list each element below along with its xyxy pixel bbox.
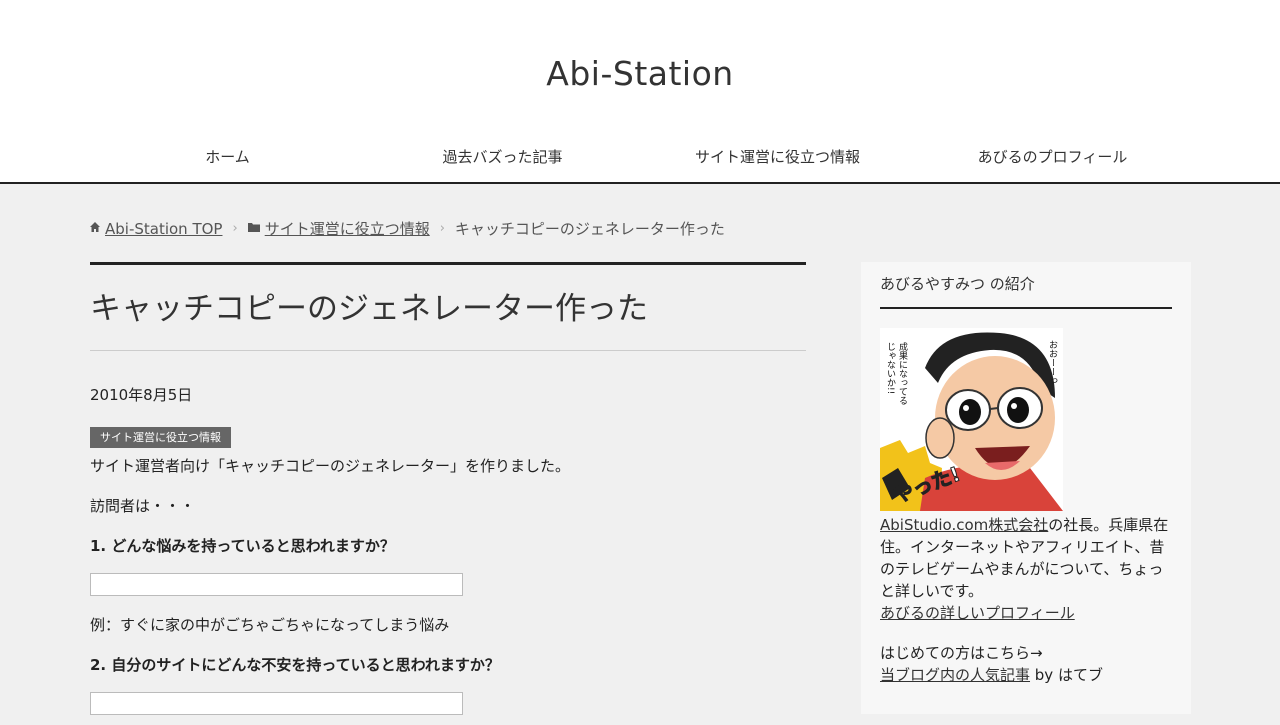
breadcrumb-separator: › <box>232 221 238 236</box>
first-visit: はじめての方はこちら→ 当ブログ内の人気記事 by はてブ <box>880 642 1172 686</box>
avatar-bubble-text: 成果になってる <box>897 341 908 405</box>
visitor-line: 訪問者は・・・ <box>90 497 196 515</box>
nav-item-profile[interactable]: あびるのプロフィール <box>915 146 1190 168</box>
question-2: 2. 自分のサイトにどんな不安を持っていると思われますか？ <box>90 656 500 674</box>
popular-line: 当ブログ内の人気記事 by はてブ <box>880 664 1172 686</box>
answer-2-input[interactable] <box>90 692 463 715</box>
first-visit-label: はじめての方はこちら→ <box>880 644 1043 662</box>
article-intro: サイト運営者向け「キャッチコピーのジェネレーター」を作りました。 <box>90 457 571 475</box>
article: キャッチコピーのジェネレーター作った 2010年8月5日 サイト運営に役立つ情報… <box>90 262 806 715</box>
breadcrumb-home-link[interactable]: Abi-Station TOP <box>105 218 222 240</box>
svg-text:おおーーっ: おおーーっ <box>1047 340 1057 385</box>
sidebar-profile-widget: あびるやすみつ の紹介 成果になってる じゃないか!! おおーーっ やった! A… <box>861 262 1191 714</box>
home-icon <box>90 218 100 240</box>
example-1: 例：すぐに家の中がごちゃごちゃになってしまう悩み <box>90 616 450 634</box>
breadcrumb-category-link[interactable]: サイト運営に役立つ情報 <box>265 218 430 240</box>
popular-suffix: by はてブ <box>1030 666 1103 684</box>
avatar: 成果になってる じゃないか!! おおーーっ やった! <box>880 328 1063 511</box>
category-badge[interactable]: サイト運営に役立つ情報 <box>90 427 231 448</box>
question-1: 1. どんな悩みを持っていると思われますか？ <box>90 537 395 555</box>
profile-text: AbiStudio.com株式会社の社長。兵庫県在住。インターネットやアフィリエ… <box>880 514 1172 624</box>
site-title[interactable]: Abi-Station <box>0 54 1280 93</box>
widget-divider <box>880 307 1172 309</box>
global-nav: ホーム 過去バズった記事 サイト運営に役立つ情報 あびるのプロフィール <box>90 146 1190 168</box>
company-link[interactable]: AbiStudio.com株式会社 <box>880 516 1048 534</box>
nav-item-popular-articles[interactable]: 過去バズった記事 <box>365 146 640 168</box>
popular-articles-link[interactable]: 当ブログ内の人気記事 <box>880 666 1030 684</box>
answer-1-input[interactable] <box>90 573 463 596</box>
breadcrumb-separator: › <box>439 221 445 236</box>
folder-icon <box>247 218 260 240</box>
article-top-divider <box>90 262 806 265</box>
article-date: 2010年8月5日 <box>90 386 193 404</box>
profile-detail-link[interactable]: あびるの詳しいプロフィール <box>880 604 1075 622</box>
title-divider <box>90 350 806 351</box>
avatar-illustration: 成果になってる じゃないか!! おおーーっ やった! <box>880 328 1063 511</box>
svg-text:じゃないか!!: じゃないか!! <box>885 342 896 394</box>
article-title: キャッチコピーのジェネレーター作った <box>90 291 648 327</box>
breadcrumb-current: キャッチコピーのジェネレーター作った <box>454 220 725 238</box>
widget-title: あびるやすみつ の紹介 <box>880 275 1035 293</box>
site-header: Abi-Station ホーム 過去バズった記事 サイト運営に役立つ情報 あびる… <box>0 0 1280 184</box>
breadcrumb: Abi-Station TOP › サイト運営に役立つ情報 › キャッチコピーの… <box>90 218 725 240</box>
nav-item-home[interactable]: ホーム <box>90 146 365 168</box>
nav-item-site-management[interactable]: サイト運営に役立つ情報 <box>640 146 915 168</box>
